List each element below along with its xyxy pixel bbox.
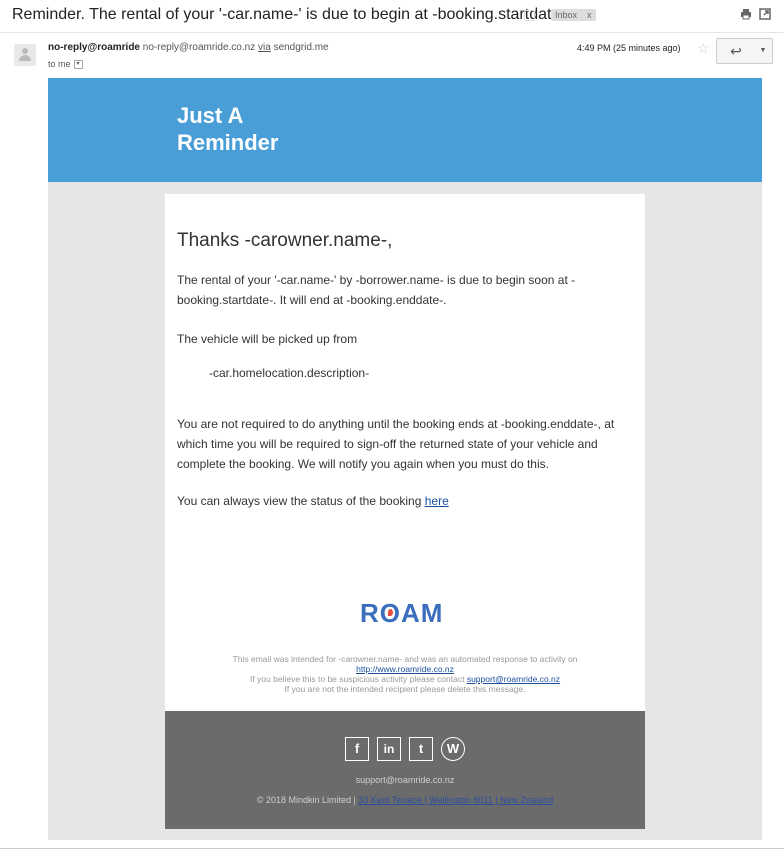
status-text: You can always view the status of the bo…	[177, 494, 425, 508]
social-links: f in t W	[345, 737, 469, 763]
facebook-icon[interactable]: f	[345, 737, 369, 761]
footer-support-email: support@roamride.co.nz	[355, 775, 455, 785]
sender-name[interactable]: no-reply@roamride	[48, 42, 140, 53]
email-card: Thanks -carowner.name-, The rental of yo…	[165, 194, 645, 711]
banner-title: Just A Reminder	[177, 102, 278, 156]
pickup-paragraph: The vehicle will be picked up from	[177, 332, 358, 346]
recipient-line: to me ▾	[48, 59, 83, 70]
footer-copyright: © 2018 Mindkin Limited | 33 Kent Terrace…	[165, 795, 645, 805]
status-link[interactable]: here	[425, 494, 449, 508]
twitter-icon[interactable]: t	[409, 737, 433, 761]
instructions-paragraph: You are not required to do anything unti…	[177, 417, 615, 471]
star-icon[interactable]: ☆	[697, 40, 710, 57]
rental-paragraph: The rental of your '-car.name-' by -borr…	[177, 273, 576, 307]
inbox-label-text: Inbox	[555, 10, 578, 20]
banner-title-line2: Reminder	[177, 130, 279, 155]
to-me-label: to me	[48, 59, 71, 69]
reply-button[interactable]: ↩	[716, 38, 756, 64]
roam-logo: ROAM	[360, 598, 444, 628]
chevron-down-icon: ▼	[759, 47, 767, 54]
reply-icon: ↩	[730, 43, 742, 59]
email-body: Just A Reminder Thanks -carowner.name-, …	[48, 78, 762, 840]
note-recipient: If you are not the intended recipient pl…	[284, 684, 526, 694]
email-subject: Reminder. The rental of your '-car.name-…	[12, 6, 571, 23]
greeting: Thanks -carowner.name-,	[177, 230, 393, 251]
sender-address: no-reply@roamride.co.nz	[142, 42, 256, 53]
importance-marker-icon[interactable]	[524, 10, 535, 21]
footer-notes: This email was intended for -carowner.na…	[165, 654, 645, 694]
pickup-location: -car.homelocation.description-	[209, 366, 370, 380]
remove-label-icon[interactable]: x	[587, 10, 592, 20]
subject-row: Reminder. The rental of your '-car.name-…	[0, 0, 784, 30]
copyright-text: © 2018 Mindkin Limited |	[256, 795, 359, 805]
wordpress-icon[interactable]: W	[441, 737, 465, 761]
linkedin-icon[interactable]: in	[377, 737, 401, 761]
new-window-icon[interactable]	[759, 8, 771, 23]
note-suspicious: If you believe this to be suspicious act…	[249, 674, 467, 684]
support-link[interactable]: support@roamride.co.nz	[467, 674, 560, 684]
via-link[interactable]: via	[258, 42, 271, 53]
inbox-label-chip[interactable]: Inbox x	[551, 9, 596, 21]
show-details-dropdown-icon[interactable]: ▾	[73, 60, 83, 70]
sender-line: no-reply@roamride no-reply@roamride.co.n…	[48, 42, 329, 53]
message-time: 4:49 PM (25 minutes ago)	[577, 43, 681, 53]
sender-avatar[interactable]	[14, 44, 36, 66]
print-icon[interactable]	[740, 8, 752, 23]
banner-title-line1: Just A	[177, 103, 244, 128]
email-footer: f in t W support@roamride.co.nz © 2018 M…	[165, 711, 645, 829]
note-intended: This email was intended for -carowner.na…	[232, 654, 578, 664]
bottom-divider	[0, 848, 784, 849]
via-domain: sendgrid.me	[273, 42, 329, 53]
address-link[interactable]: 33 Kent Terrace | Wellington 6011 | New …	[358, 795, 553, 805]
email-banner: Just A Reminder	[48, 78, 762, 182]
status-paragraph: You can always view the status of the bo…	[177, 491, 635, 511]
header-divider	[0, 32, 784, 33]
more-options-button[interactable]: ▼	[754, 38, 773, 64]
website-link[interactable]: http://www.roamride.co.nz	[356, 664, 454, 674]
